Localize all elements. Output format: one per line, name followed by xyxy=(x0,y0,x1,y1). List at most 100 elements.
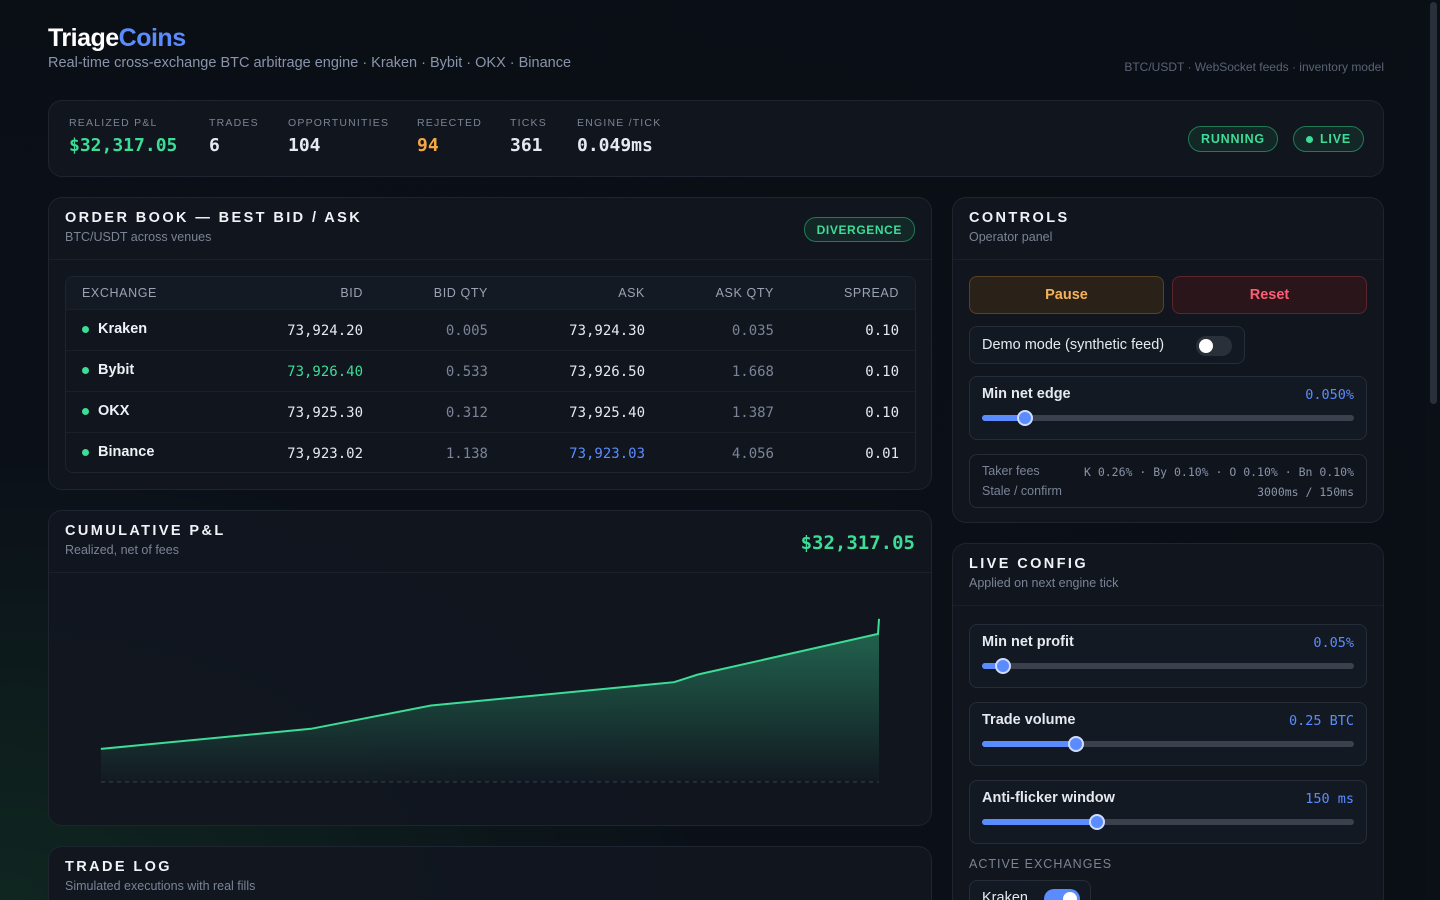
ask-cell: 73,924.30 xyxy=(569,323,645,339)
status-dot-icon xyxy=(82,366,89,374)
controls-header: CONTROLS Operator panel xyxy=(953,198,1383,260)
trade-log-title: TRADE LOG xyxy=(65,859,172,875)
bid-cell: 73,925.30 xyxy=(287,405,363,421)
trade-volume-slider[interactable] xyxy=(982,736,1354,752)
exchange-cell: Bybit xyxy=(82,362,134,378)
toggle-knob xyxy=(1063,892,1077,900)
pnl-total-value: $32,317.05 xyxy=(800,532,915,554)
controls-panel: CONTROLS Operator panel Pause Reset Demo… xyxy=(952,197,1384,523)
slider-handle[interactable] xyxy=(995,658,1012,674)
column-header-exchange: EXCHANGE xyxy=(82,286,157,300)
spread-cell: 0.10 xyxy=(865,364,899,380)
pnl-point xyxy=(100,748,102,750)
pnl-point xyxy=(310,728,312,730)
table-row: Binance 73,923.02 1.138 73,923.03 4.056 … xyxy=(66,433,915,472)
ask-cell: 73,925.40 xyxy=(569,405,645,421)
best-ask-cell: 73,923.03 xyxy=(569,446,645,462)
slider-value: 0.25 BTC xyxy=(1288,713,1354,729)
controls-title: CONTROLS xyxy=(969,210,1070,226)
order-book-header: ORDER BOOK — BEST BID / ASK BTC/USDT acr… xyxy=(49,198,931,260)
table-header-row: EXCHANGE BID BID QTY ASK ASK QTY SPREAD xyxy=(66,277,915,310)
stat-value: 6 xyxy=(209,135,220,156)
controls-subtitle: Operator panel xyxy=(969,230,1053,244)
pause-button[interactable]: Pause xyxy=(969,276,1164,314)
live-label: LIVE xyxy=(1320,132,1351,146)
order-book-title: ORDER BOOK — BEST BID / ASK xyxy=(65,210,363,226)
pnl-chart xyxy=(100,618,880,783)
ask-qty-cell: 1.668 xyxy=(731,364,774,380)
active-exchanges-label: ACTIVE EXCHANGES xyxy=(969,857,1113,871)
min-net-profit-slider[interactable] xyxy=(982,658,1354,674)
kraken-toggle[interactable] xyxy=(1044,889,1080,900)
min-net-profit-slider-box: Min net profit 0.05% xyxy=(969,624,1367,688)
brand-logo: TriageCoins xyxy=(48,24,1384,53)
stat-realized-pnl: REALIZED P&L $32,317.05 xyxy=(69,117,177,156)
live-config-subtitle: Applied on next engine tick xyxy=(969,576,1119,590)
anti-flicker-slider[interactable] xyxy=(982,814,1354,830)
slider-handle[interactable] xyxy=(1089,814,1106,830)
stat-opportunities: OPPORTUNITIES 104 xyxy=(288,117,389,156)
stat-label: TRADES xyxy=(209,117,259,129)
cumulative-pnl-panel: CUMULATIVE P&L Realized, net of fees $32… xyxy=(48,510,932,826)
stat-label: REJECTED xyxy=(417,117,483,129)
bid-qty-cell: 0.533 xyxy=(445,364,488,380)
demo-mode-toggle-row[interactable]: Demo mode (synthetic feed) xyxy=(969,326,1245,364)
ask-cell: 73,926.50 xyxy=(569,364,645,380)
slider-handle[interactable] xyxy=(1068,736,1085,752)
live-config-title: LIVE CONFIG xyxy=(969,556,1089,572)
live-status-pill: LIVE xyxy=(1293,126,1364,152)
exchange-cell: Kraken xyxy=(82,321,147,337)
toggle-knob xyxy=(1199,339,1213,353)
table-row: Bybit 73,926.40 0.533 73,926.50 1.668 0.… xyxy=(66,351,915,392)
trade-volume-slider-box: Trade volume 0.25 BTC xyxy=(969,702,1367,766)
trade-log-subtitle: Simulated executions with real fills xyxy=(65,879,256,893)
column-header-ask: ASK xyxy=(618,286,645,300)
column-header-bid: BID xyxy=(340,286,363,300)
spread-cell: 0.10 xyxy=(865,405,899,421)
demo-mode-toggle[interactable] xyxy=(1196,336,1232,356)
page-scrollbar[interactable] xyxy=(1426,0,1440,900)
table-row: OKX 73,925.30 0.312 73,925.40 1.387 0.10 xyxy=(66,392,915,433)
spread-cell: 0.10 xyxy=(865,323,899,339)
spread-cell: 0.01 xyxy=(865,446,899,462)
stat-value: 94 xyxy=(417,135,439,156)
table-row: Kraken 73,924.20 0.005 73,924.30 0.035 0… xyxy=(66,310,915,351)
exchange-name: OKX xyxy=(98,403,130,419)
anti-flicker-slider-box: Anti-flicker window 150 ms xyxy=(969,780,1367,844)
slider-value: 150 ms xyxy=(1305,791,1354,807)
exchange-name: Binance xyxy=(98,444,155,460)
reset-button[interactable]: Reset xyxy=(1172,276,1367,314)
exchange-name: Bybit xyxy=(98,362,135,378)
stat-label: ENGINE /TICK xyxy=(577,117,662,129)
slider-label: Min net profit xyxy=(982,634,1074,650)
column-header-spread: SPREAD xyxy=(843,286,899,300)
stat-value: 361 xyxy=(510,135,543,156)
exchange-cell: OKX xyxy=(82,403,129,419)
stat-engine-tick: ENGINE /TICK 0.049ms xyxy=(577,117,661,156)
ask-qty-cell: 1.387 xyxy=(731,405,774,421)
slider-fill xyxy=(982,741,1077,747)
pnl-point xyxy=(877,633,879,635)
scrollbar-thumb[interactable] xyxy=(1430,2,1437,404)
pnl-subtitle: Realized, net of fees xyxy=(65,543,179,557)
column-header-ask-qty: ASK QTY xyxy=(715,286,774,300)
bid-cell: 73,923.02 xyxy=(287,446,363,462)
trade-log-header: TRADE LOG Simulated executions with real… xyxy=(49,847,931,900)
order-book-subtitle: BTC/USDT across venues xyxy=(65,230,212,244)
bid-qty-cell: 0.005 xyxy=(445,323,488,339)
pnl-title: CUMULATIVE P&L xyxy=(65,523,226,539)
stats-bar: REALIZED P&L $32,317.05 TRADES 6 OPPORTU… xyxy=(48,100,1384,177)
pnl-point xyxy=(673,681,675,683)
order-book-panel: ORDER BOOK — BEST BID / ASK BTC/USDT acr… xyxy=(48,197,932,490)
min-net-edge-slider[interactable] xyxy=(982,410,1354,426)
taker-fees-value: K 0.26% · By 0.10% · O 0.10% · Bn 0.10% xyxy=(1083,465,1354,479)
exchange-toggle-label: Kraken xyxy=(982,890,1028,900)
taker-fees-label: Taker fees xyxy=(982,464,1040,478)
bid-qty-cell: 0.312 xyxy=(445,405,488,421)
exchange-toggle-kraken[interactable]: Kraken xyxy=(969,880,1091,900)
stat-ticks: TICKS 361 xyxy=(510,117,547,156)
slider-label: Min net edge xyxy=(982,386,1071,402)
slider-handle[interactable] xyxy=(1016,410,1033,426)
exchange-name: Kraken xyxy=(98,321,148,337)
stat-trades: TRADES 6 xyxy=(209,117,259,156)
